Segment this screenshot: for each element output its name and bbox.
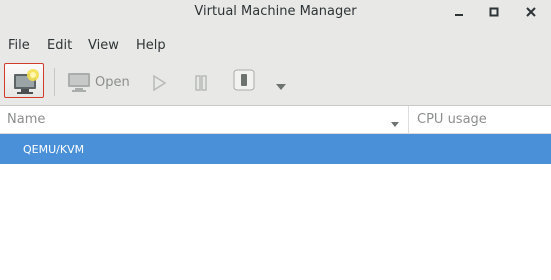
column-separator <box>408 106 409 133</box>
toolbar: Open <box>0 60 551 106</box>
window-title: Virtual Machine Manager <box>194 4 357 19</box>
menu-bar: File Edit View Help <box>0 26 551 60</box>
pause-icon[interactable] <box>193 74 209 96</box>
title-bar: Virtual Machine Manager <box>0 0 551 26</box>
play-icon[interactable] <box>151 74 167 96</box>
menu-view[interactable]: View <box>88 38 119 53</box>
menu-help[interactable]: Help <box>136 38 166 53</box>
shutdown-dropdown-icon[interactable] <box>274 77 288 96</box>
shutdown-icon[interactable] <box>233 69 255 95</box>
list-header: Name CPU usage <box>0 106 551 134</box>
toolbar-separator <box>54 68 55 96</box>
open-icon[interactable] <box>67 71 91 97</box>
maximize-icon[interactable] <box>485 3 503 21</box>
new-vm-button[interactable] <box>4 63 44 98</box>
open-button-label[interactable]: Open <box>95 75 130 90</box>
column-header-name[interactable]: Name <box>7 112 45 127</box>
menu-edit[interactable]: Edit <box>47 38 72 53</box>
connection-label: QEMU/KVM <box>23 143 85 156</box>
menu-file[interactable]: File <box>8 38 30 53</box>
connection-row[interactable]: QEMU/KVM <box>0 134 551 164</box>
close-icon[interactable] <box>522 3 540 21</box>
column-header-cpu-usage[interactable]: CPU usage <box>417 112 487 127</box>
sort-chevron-down-icon[interactable] <box>389 115 401 134</box>
minimize-icon[interactable] <box>450 3 468 21</box>
new-vm-icon <box>14 69 39 94</box>
